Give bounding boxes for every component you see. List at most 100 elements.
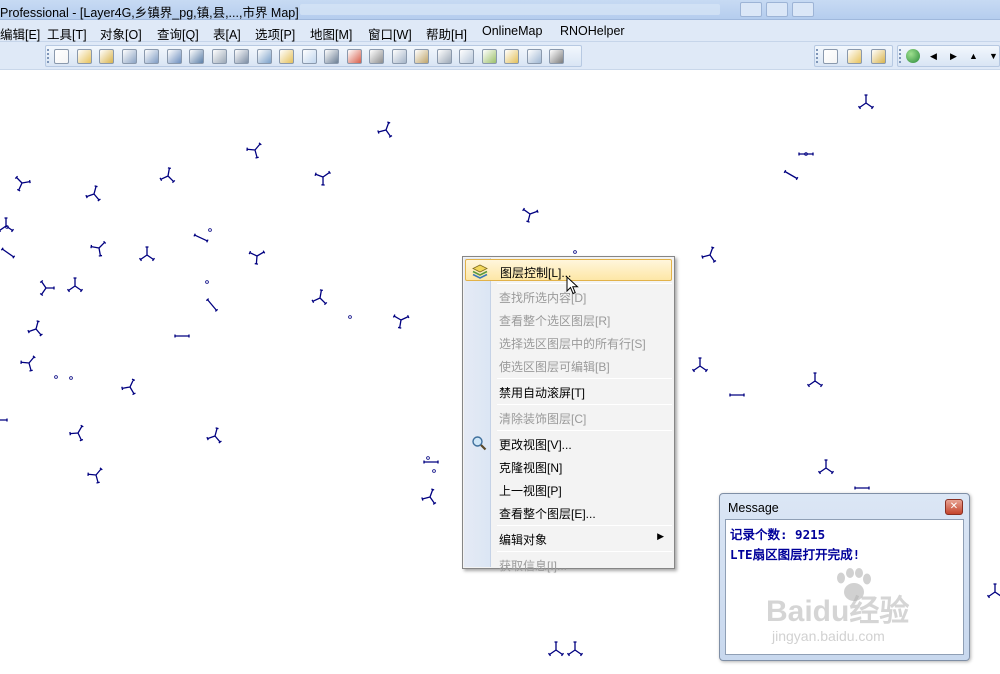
window-title: Professional - [Layer4G,乡镇界_pg,镇,县,...,市… — [0, 6, 299, 20]
cell-site-symbol — [701, 246, 717, 263]
baidu-watermark: Baidu经验 jingyan.baidu.com — [762, 568, 962, 648]
context-menu-item-label: 克隆视图[N] — [499, 461, 563, 475]
save-icon[interactable] — [234, 49, 249, 64]
cell-site-symbol — [0, 418, 8, 422]
cell-site-symbol — [193, 233, 209, 243]
find-icon[interactable] — [189, 49, 204, 64]
open-workspace-icon[interactable] — [99, 49, 114, 64]
context-menu-item[interactable]: 更改视图[V]... — [465, 432, 672, 454]
menu-onlinemap[interactable]: OnlineMap — [482, 24, 542, 38]
context-menu-item[interactable]: 编辑对象 ▶ — [465, 527, 672, 549]
menu-separator — [497, 378, 672, 379]
toolbar-grip[interactable] — [47, 49, 50, 63]
menu-window[interactable]: 窗口[W] — [368, 24, 412, 43]
cell-site-symbol — [20, 355, 36, 372]
point-symbol — [573, 250, 577, 254]
menu-table[interactable]: 表[A] — [213, 24, 241, 43]
menu-edit[interactable]: 编辑[E] — [0, 24, 40, 43]
legend-icon[interactable] — [526, 49, 542, 64]
save-workspace-icon[interactable] — [256, 49, 272, 64]
minimize-button[interactable] — [740, 2, 762, 17]
context-menu-item: 清除装饰图层[C] — [465, 406, 672, 428]
layout-icon[interactable] — [504, 49, 519, 64]
menu-map[interactable]: 地图[M] — [310, 24, 352, 43]
cell-site-symbol — [27, 320, 43, 337]
new-browser-icon[interactable] — [301, 49, 317, 64]
context-menu-item-label: 上一视图[P] — [499, 484, 562, 498]
cell-site-symbol — [85, 185, 101, 202]
save-query-icon[interactable] — [166, 49, 182, 64]
cell-site-symbol — [66, 277, 84, 293]
cell-site-symbol — [854, 486, 870, 490]
undo-icon[interactable] — [436, 49, 452, 64]
window-titlebar: Professional - [Layer4G,乡镇界_pg,镇,县,...,市… — [0, 0, 1000, 20]
cell-site-symbol — [377, 121, 393, 138]
context-menu-item: 获取信息[I]... — [465, 553, 672, 575]
cell-site-symbol — [87, 467, 103, 484]
toolbar-grip[interactable] — [899, 49, 902, 63]
arrow-up-icon[interactable]: ▲ — [966, 49, 981, 64]
open-folder-icon[interactable] — [279, 49, 294, 64]
menu-separator — [497, 430, 672, 431]
layer-tool-icon[interactable] — [847, 49, 862, 64]
toolbar-row: ◀ ▶ ▲ ▼ — [0, 42, 1000, 70]
statistics-icon[interactable] — [549, 49, 564, 64]
globe-nav-icon[interactable] — [906, 49, 920, 63]
menu-rnohelper[interactable]: RNOHelper — [560, 24, 625, 38]
open-icon[interactable] — [76, 49, 92, 64]
clip-region-icon[interactable] — [459, 49, 474, 64]
cell-site-symbol — [14, 175, 31, 192]
context-menu-item[interactable]: 查看整个图层[E]... — [465, 501, 672, 523]
main-toolbar — [45, 45, 582, 67]
cell-site-symbol — [806, 372, 824, 388]
arrow-right-icon[interactable]: ▶ — [946, 49, 961, 64]
find-select-icon[interactable] — [211, 49, 227, 64]
menu-separator — [497, 283, 672, 284]
cell-site-symbol — [729, 393, 745, 397]
cell-site-symbol — [246, 142, 262, 159]
watermark-url: jingyan.baidu.com — [772, 628, 885, 644]
export-icon[interactable] — [346, 49, 362, 64]
navigation-toolbar: ◀ ▶ ▲ ▼ — [897, 45, 1000, 67]
menu-query[interactable]: 查询[Q] — [157, 24, 199, 43]
point-symbol — [69, 376, 73, 380]
catalog-icon[interactable] — [823, 49, 838, 64]
context-menu-item: 选择选区图层中的所有行[S] — [465, 331, 672, 353]
menu-objects[interactable]: 对象[O] — [100, 24, 142, 43]
close-button[interactable] — [792, 2, 814, 17]
menu-tools[interactable]: 工具[T] — [47, 24, 87, 43]
arrow-left-icon[interactable]: ◀ — [926, 49, 941, 64]
context-menu-item-label: 禁用自动滚屏[T] — [499, 386, 585, 400]
save-copy-icon[interactable] — [144, 49, 159, 64]
cell-site-symbol — [817, 459, 835, 475]
globe-icon[interactable] — [871, 49, 886, 64]
context-menu-item-label: 查看整个图层[E]... — [499, 507, 596, 521]
context-menu: 图层控制[L]... 查找所选内容[D] 查看整个选区图层[R] 选择选区图层中的所有… — [462, 256, 675, 573]
paste-icon[interactable] — [414, 49, 429, 64]
context-menu-item[interactable]: 禁用自动滚屏[T] — [465, 380, 672, 402]
cell-site-symbol — [311, 289, 328, 306]
context-menu-item-label: 更改视图[V]... — [499, 438, 572, 452]
maximize-button[interactable] — [766, 2, 788, 17]
close-table-icon[interactable] — [121, 49, 137, 64]
copy-icon[interactable] — [391, 49, 407, 64]
toolbar-grip[interactable] — [816, 49, 819, 63]
watermark-brand: Baidu经验 — [766, 595, 910, 628]
context-menu-item-label: 使选区图层可编辑[B] — [499, 360, 610, 374]
context-menu-item[interactable]: 克隆视图[N] — [465, 455, 672, 477]
context-menu-item[interactable]: 上一视图[P] — [465, 478, 672, 500]
cut-icon[interactable] — [369, 49, 384, 64]
print-icon[interactable] — [324, 49, 339, 64]
message-close-button[interactable]: ✕ — [945, 499, 963, 515]
graph-icon[interactable] — [481, 49, 497, 64]
menu-options[interactable]: 选项[P] — [255, 24, 295, 43]
cell-site-symbol — [421, 488, 437, 505]
new-icon[interactable] — [54, 49, 69, 64]
context-menu-item-label: 查看整个选区图层[R] — [499, 314, 611, 328]
context-menu-item-label: 清除装饰图层[C] — [499, 412, 587, 426]
mouse-cursor-icon — [566, 276, 579, 295]
cell-site-symbol — [783, 169, 799, 181]
menu-help[interactable]: 帮助[H] — [426, 24, 467, 43]
context-menu-item: 查看整个选区图层[R] — [465, 308, 672, 330]
arrow-down-icon[interactable]: ▼ — [986, 49, 1000, 64]
